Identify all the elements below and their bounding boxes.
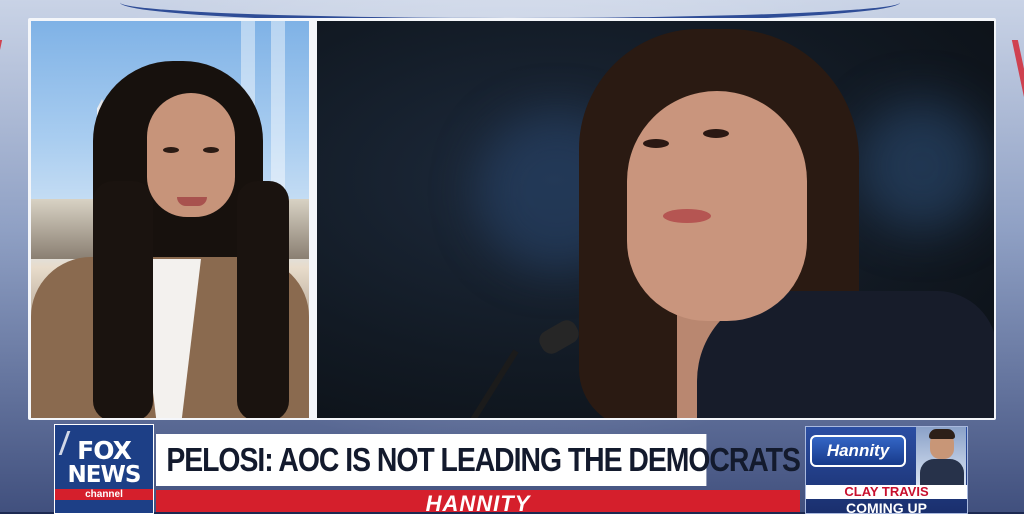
fox-news-logo: FOX NEWS channel [54, 424, 154, 514]
microphone-stand [465, 349, 519, 418]
anchor-mouth [177, 197, 207, 206]
subject-eye [643, 139, 669, 148]
guest-suit [920, 459, 964, 487]
logo-fox-text: FOX [77, 435, 132, 465]
anchor-hair-left [93, 181, 153, 418]
anchor-eye [203, 147, 219, 153]
hannity-logo: Hannity [810, 435, 906, 467]
subject-face [627, 91, 807, 321]
anchor-eye [163, 147, 179, 153]
subject-photo-panel [317, 21, 994, 418]
headline-text: PELOSI: AOC IS NOT LEADING THE DEMOCRATS… [156, 434, 964, 486]
show-name-bar: HANNITY [156, 490, 800, 512]
guest-name: CLAY TRAVIS [806, 485, 967, 499]
anchor-hair-right [237, 181, 289, 418]
show-name-text: HANNITY [425, 491, 531, 512]
subject-eye [703, 129, 729, 138]
guest-hair [929, 429, 955, 439]
anchor-video-panel [31, 21, 309, 418]
logo-channel-text: channel [55, 488, 153, 500]
microphone-icon [535, 316, 583, 358]
logo-news-text: NEWS [67, 461, 142, 488]
coming-up-promo: Hannity CLAY TRAVIS COMING UP [805, 426, 968, 514]
lower-third-banner: FOX NEWS channel PELOSI: AOC IS NOT LEAD… [54, 424, 968, 514]
guest-thumbnail [916, 427, 966, 487]
background-blur [857, 101, 987, 231]
subject-lips [663, 209, 711, 223]
